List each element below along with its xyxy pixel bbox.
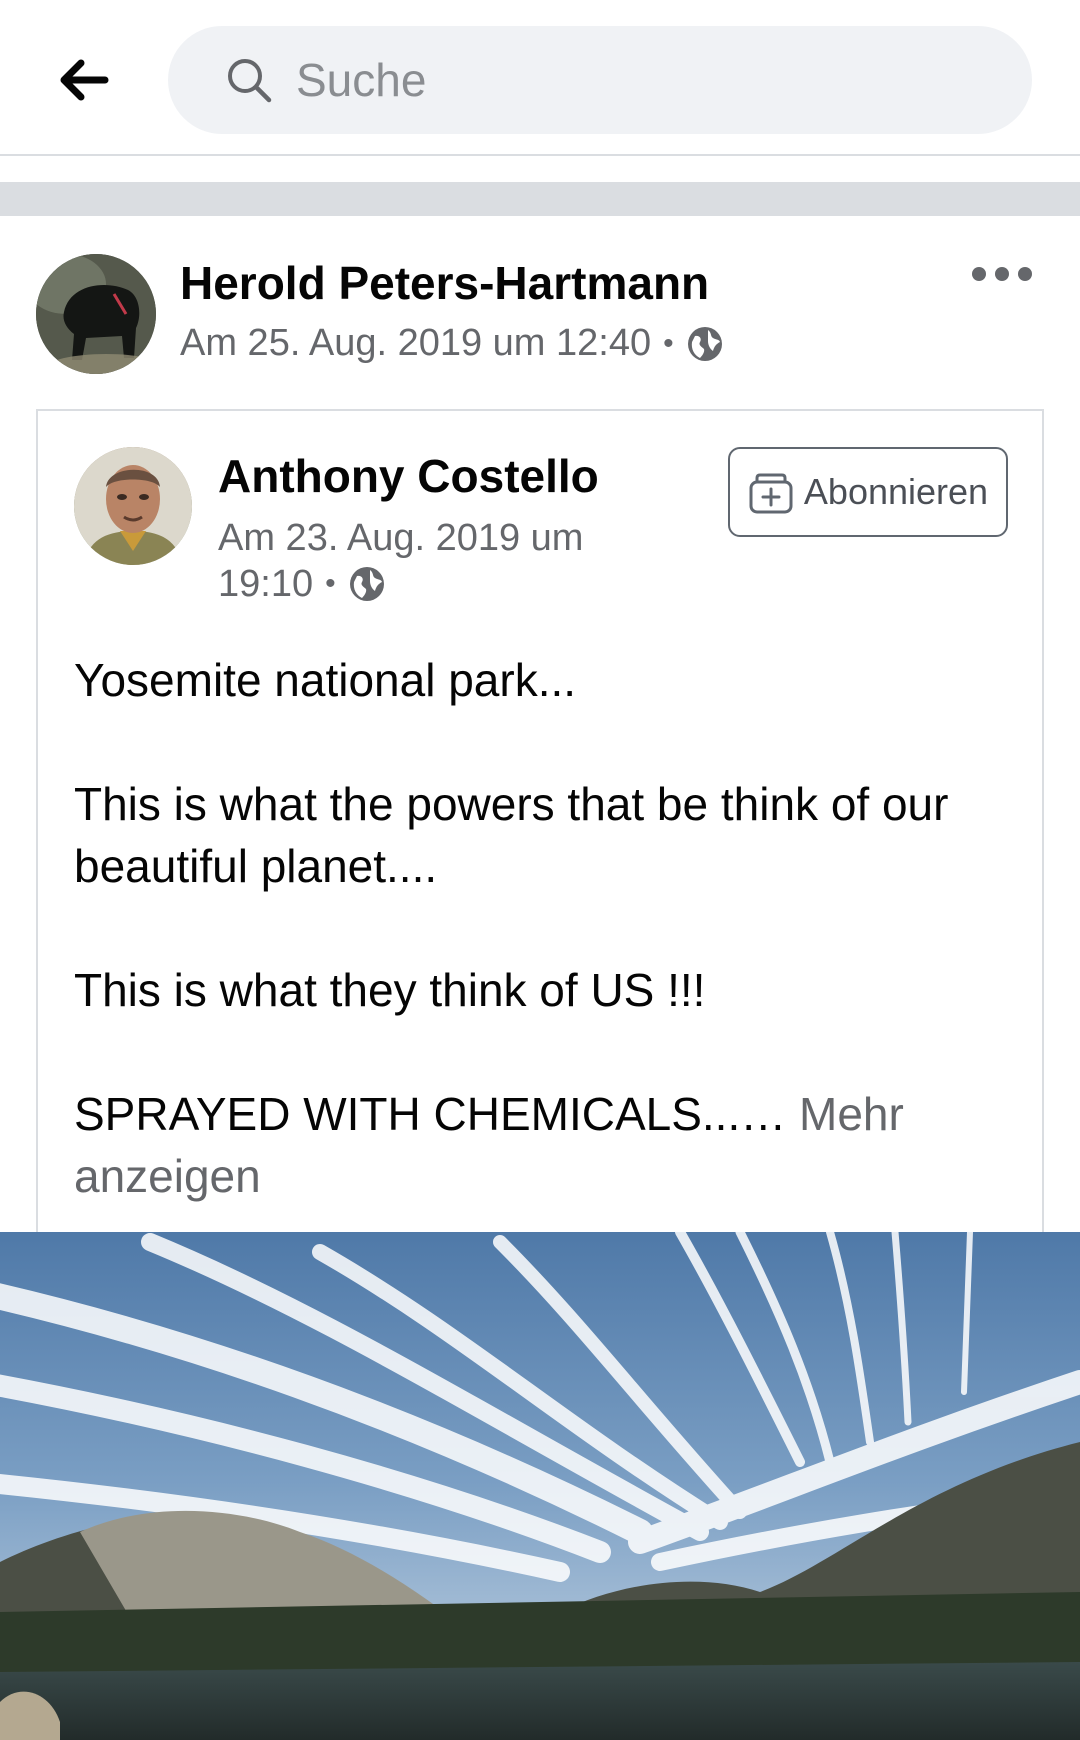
shared-post-timestamp-line2[interactable]: 19:10 [218,561,313,607]
follow-plus-icon [748,470,794,514]
shared-post-timestamp-line1[interactable]: Am 23. Aug. 2019 um [218,515,638,561]
follow-button[interactable]: Abonnieren [728,447,1008,537]
shared-avatar[interactable] [74,447,192,565]
shared-post-author[interactable]: Anthony Costello [218,449,599,503]
more-dot [995,267,1009,281]
arrow-left-icon [60,59,109,101]
post-text-paragraph: SPRAYED WITH CHEMICALS...… Mehr anzeigen [74,1083,1014,1207]
globe-icon [686,325,724,363]
post-text-paragraph: This is what the powers that be think of… [74,778,949,892]
section-divider [0,182,1080,216]
search-bar[interactable] [168,26,1032,134]
shared-post-card: Anthony Costello Am 23. Aug. 2019 um 19:… [36,409,1044,1234]
meta-separator: • [663,326,674,360]
post-text-truncated: SPRAYED WITH CHEMICALS...… [74,1088,787,1140]
more-dot [1018,267,1032,281]
post-timestamp[interactable]: Am 25. Aug. 2019 um 12:40 [180,322,651,365]
more-options-button[interactable] [972,262,1032,286]
search-input[interactable] [296,53,936,107]
post-text-paragraph: This is what they think of US !!! [74,964,706,1016]
post-author[interactable]: Herold Peters-Hartmann [180,256,709,310]
search-icon [224,54,276,106]
follow-button-label: Abonnieren [803,471,989,512]
shared-post-meta: Am 23. Aug. 2019 um 19:10 • [218,515,638,607]
post-text: Yosemite national park... This is what t… [74,649,1014,1207]
post-header: Herold Peters-Hartmann Am 25. Aug. 2019 … [0,216,1080,406]
post-photo[interactable] [0,1232,1080,1740]
more-dot [972,267,986,281]
avatar[interactable] [36,254,156,374]
post-meta: Am 25. Aug. 2019 um 12:40 • [180,322,724,365]
post-text-paragraph: Yosemite national park... [74,654,577,706]
meta-separator: • [325,567,336,600]
back-button[interactable] [48,48,120,112]
top-bar [0,0,1080,156]
globe-icon [348,565,386,603]
